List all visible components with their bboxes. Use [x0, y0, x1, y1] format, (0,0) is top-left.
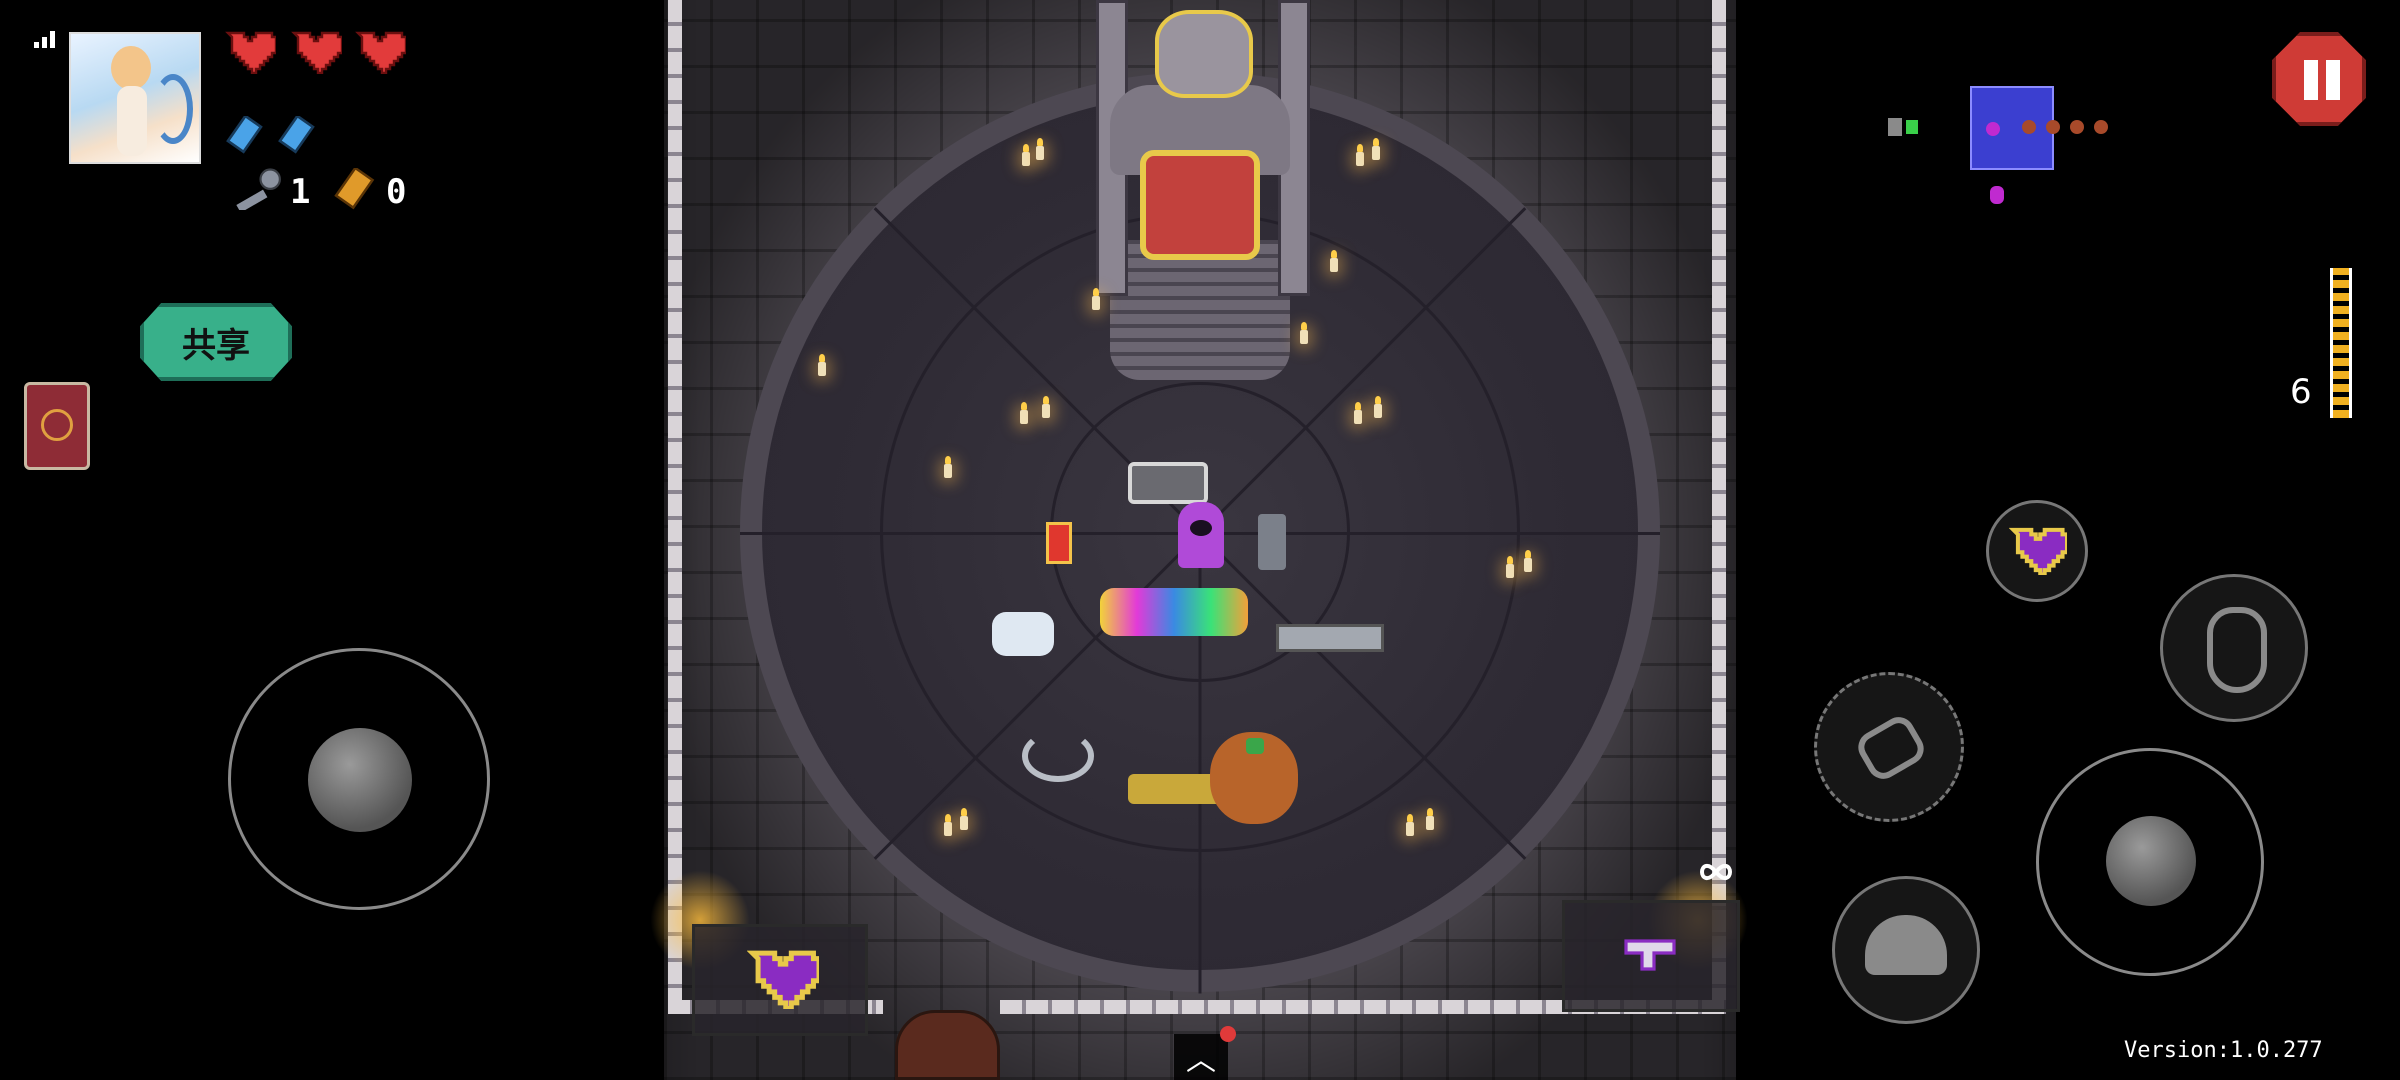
laser-gun-icon	[1624, 939, 1676, 971]
chest-icon[interactable]	[1128, 462, 1208, 504]
player-face	[1190, 520, 1212, 536]
white-gun-item-icon[interactable]	[992, 612, 1054, 656]
horns-item-icon[interactable]	[1022, 730, 1094, 782]
shrine-pedestal[interactable]	[1140, 150, 1260, 260]
red-canister-item-icon[interactable]	[1046, 522, 1072, 564]
dodge-roll-icon	[1865, 915, 1947, 975]
wall-left	[668, 0, 682, 1010]
key-icon	[236, 168, 281, 210]
altar-steps	[1110, 240, 1290, 380]
reload-button[interactable]	[1814, 672, 1964, 822]
candle-icon	[944, 456, 952, 478]
pumpkin-leaf	[1246, 738, 1264, 754]
circle-spoke	[740, 532, 1200, 535]
candle-icon	[1406, 814, 1414, 836]
candle-icon	[1330, 250, 1338, 272]
equipped-gun-slot[interactable]	[1562, 900, 1740, 1012]
candle-icon	[818, 354, 826, 376]
heart-icon	[225, 31, 276, 74]
candle-icon	[1524, 550, 1532, 572]
ammo-count: 6	[2290, 372, 2312, 412]
signal-strength-icon	[34, 30, 58, 48]
blank-icon	[226, 116, 263, 154]
candle-icon	[1356, 144, 1364, 166]
purple-heart-icon	[747, 950, 819, 1009]
skull-statue-icon	[1155, 10, 1253, 98]
infinity-ammo-icon	[1699, 864, 1733, 880]
candle-icon	[1426, 808, 1434, 830]
version-label: Version:1.0.277	[2124, 1038, 2323, 1063]
move-joystick-knob[interactable]	[308, 728, 412, 832]
candle-icon	[1020, 402, 1028, 424]
rainbow-gun-item-icon[interactable]	[1100, 588, 1248, 636]
key-count: 1	[290, 172, 311, 212]
dodge-roll-button[interactable]	[1832, 876, 1980, 1024]
candle-icon	[1092, 288, 1100, 310]
candle-icon	[1506, 556, 1514, 578]
ammo-clip-icon	[2330, 268, 2352, 418]
purple-heart-icon	[2009, 527, 2067, 575]
blank-icon	[278, 116, 315, 154]
candle-icon	[1374, 396, 1382, 418]
chevron-up-icon[interactable]: ︿	[1174, 1034, 1228, 1080]
share-label: 共享	[182, 325, 250, 366]
share-button[interactable]: 共享	[140, 303, 292, 381]
gold-gun-item-icon[interactable]	[1128, 774, 1222, 804]
minimap-item-icon	[2022, 120, 2036, 134]
heart-icon	[291, 31, 342, 74]
active-item-slot[interactable]	[692, 924, 868, 1036]
shell-currency-icon	[334, 168, 375, 210]
minimap-item-icon	[2070, 120, 2084, 134]
minimap-item-icon	[2046, 120, 2060, 134]
minimap-current-room	[1970, 86, 2054, 170]
minimap[interactable]	[1888, 86, 2138, 206]
minimap-npc-icon	[1888, 118, 1902, 136]
minimap-marker-icon	[1990, 186, 2004, 204]
heart-icon	[355, 31, 406, 74]
minimap-player-icon	[1986, 122, 2000, 136]
candle-icon	[944, 814, 952, 836]
shell-count: 0	[386, 172, 407, 212]
candle-icon	[1300, 322, 1308, 344]
use-active-item-button[interactable]	[1986, 500, 2088, 602]
rifle-item-icon[interactable]	[1276, 624, 1384, 652]
hand-icon	[2207, 607, 2267, 693]
reload-icon	[1852, 711, 1930, 785]
player-avatar[interactable]	[69, 32, 201, 164]
aim-joystick-knob[interactable]	[2106, 816, 2196, 906]
pause-button[interactable]	[2272, 32, 2366, 126]
door[interactable]	[895, 1010, 1000, 1080]
candle-icon	[1042, 396, 1050, 418]
minimap-item-icon	[2094, 120, 2108, 134]
minimap-exit-icon	[1906, 120, 1918, 134]
ammonomicon-book-icon[interactable]	[24, 382, 90, 470]
candle-icon	[1022, 144, 1030, 166]
candle-icon	[1036, 138, 1044, 160]
grenade-item-icon[interactable]	[1258, 514, 1286, 570]
interact-button[interactable]	[2160, 574, 2308, 722]
red-dot-icon	[1220, 1026, 1236, 1042]
candle-icon	[960, 808, 968, 830]
candle-icon	[1354, 402, 1362, 424]
candle-icon	[1372, 138, 1380, 160]
